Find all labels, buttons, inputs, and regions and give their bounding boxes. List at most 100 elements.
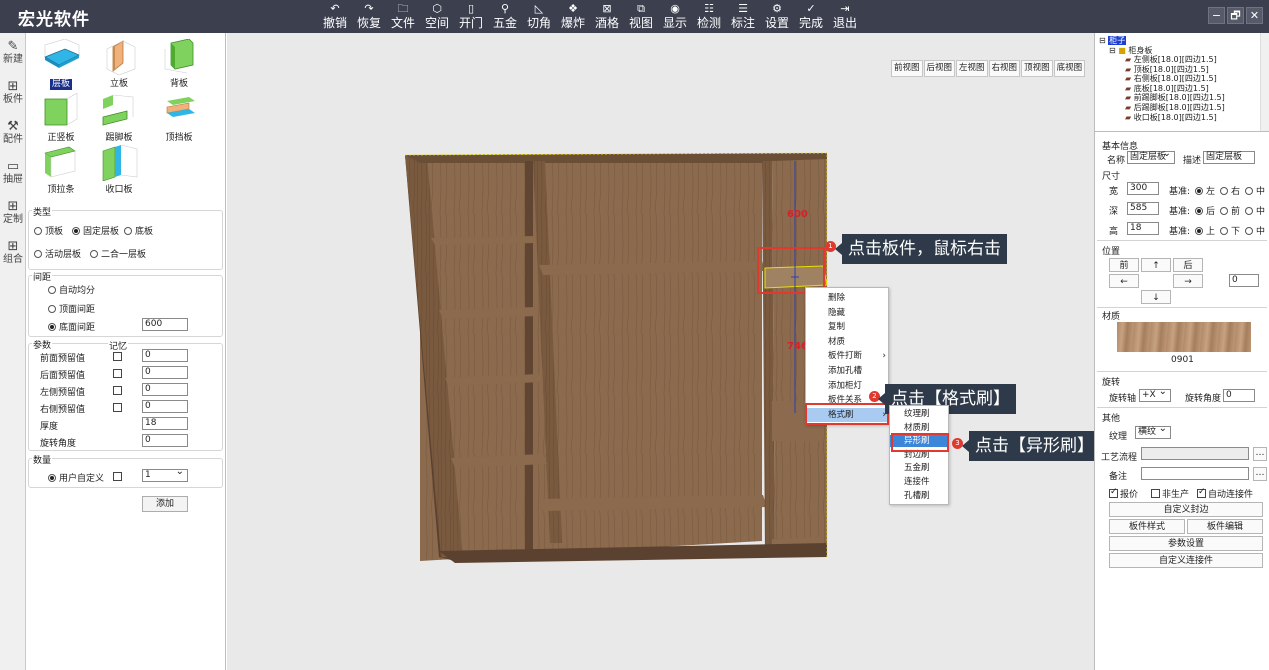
tree-item[interactable]: ▰ 后踢脚板[18.0][四边1.5] [1125,103,1225,112]
divider-left[interactable] [525,161,533,551]
pos-right-button[interactable]: → [1173,274,1203,288]
restore-button[interactable]: 🗗 [1227,7,1244,24]
param-memory-checkbox[interactable] [113,403,122,412]
param-memory-checkbox[interactable] [113,369,122,378]
tree-item[interactable]: ▰ 左侧板[18.0][四边1.5] [1125,55,1217,64]
toolbar-settings-button[interactable]: ⚙ 设置 [760,2,794,32]
tree-item[interactable]: ▰ 右侧板[18.0][四边1.5] [1125,74,1217,83]
toolbar-explode-button[interactable]: ❖ 爆炸 [556,2,590,32]
tile-top-strip[interactable]: 顶拉条 [38,145,84,196]
rail-accessory[interactable]: ⚒ 配件 [0,113,26,153]
quantity-select[interactable]: 1 [142,466,188,482]
toolbar-space-button[interactable]: ⬡ 空间 [420,2,454,32]
rail-drawer[interactable]: ▭ 抽屉 [0,153,26,193]
custom-edge-button[interactable]: 自定义封边 [1109,502,1263,517]
pos-down-button[interactable]: ↓ [1141,290,1171,304]
note-input[interactable] [1141,467,1249,480]
grain-select[interactable]: 横纹 [1135,423,1171,439]
param-value-input[interactable]: 0 [142,383,188,396]
rail-panel[interactable]: ⊞ 板件 [0,73,26,113]
base-option[interactable]: 后 [1195,204,1215,217]
submenu-item[interactable]: 连接件 [890,476,948,488]
option-checkbox[interactable]: 非生产 [1151,487,1189,500]
type-option-movable-shelf[interactable]: 活动层板 [34,247,81,260]
base-option[interactable]: 中 [1245,184,1265,197]
tile-vertical-board[interactable]: 立板 [96,39,142,90]
toolbar-finish-button[interactable]: ✓ 完成 [794,2,828,32]
type-option-bottom[interactable]: 底板 [124,224,153,237]
context-menu-item[interactable]: 材质 [806,335,890,349]
panel-edit-button[interactable]: 板件编辑 [1187,519,1263,534]
tree-body-node[interactable]: ⊟ ■ 柜身板 [1109,46,1152,55]
custom-connector-button[interactable]: 自定义连接件 [1109,553,1263,568]
tree-item[interactable]: ▰ 底板[18.0][四边1.5] [1125,84,1209,93]
quantity-checkbox[interactable] [113,472,122,481]
toolbar-display-button[interactable]: ◉ 显示 [658,2,692,32]
base-option[interactable]: 前 [1220,204,1240,217]
desc-input[interactable]: 固定层板 [1203,151,1255,164]
tile-front-vertical[interactable]: 正竖板 [38,92,84,144]
rail-new[interactable]: ✎ 新建 [0,33,26,73]
spacing-option-top[interactable]: 顶面间距 [48,302,95,315]
spacing-value-input[interactable]: 600 [142,318,188,331]
toolbar-hardware-button[interactable]: ⚲ 五金 [488,2,522,32]
option-checkbox[interactable]: 自动连接件 [1197,487,1253,500]
tile-shelf[interactable]: 层板 [38,38,84,90]
context-menu-item[interactable]: 添加柜灯 [806,379,890,393]
type-option-fixed-shelf[interactable]: 固定层板 [72,224,119,237]
context-menu-item[interactable]: 删除 [806,291,890,305]
tile-top-baffle[interactable]: 顶挡板 [156,93,202,144]
context-menu-item[interactable]: 添加孔槽 [806,364,890,378]
3d-viewport[interactable]: 前视图 后视图 左视图 右视图 顶视图 底视图 600 746 1 点击板件，鼠… [227,33,1094,670]
rail-custom[interactable]: ⊞ 定制 [0,193,26,233]
dim-value-input[interactable]: 18 [1127,222,1159,235]
material-swatch[interactable] [1117,322,1251,352]
name-select[interactable]: 固定层板 [1127,148,1175,164]
process-browse-button[interactable]: … [1253,447,1267,461]
pos-value-input[interactable]: 0 [1229,274,1259,287]
tile-kick-board[interactable]: 踢脚板 [96,93,142,144]
context-menu-item[interactable]: 板件打断 › [806,349,890,363]
type-option-top[interactable]: 顶板 [34,224,63,237]
dim-value-input[interactable]: 300 [1127,182,1159,195]
process-input[interactable] [1141,447,1249,460]
toolbar-door-button[interactable]: ▯ 开门 [454,2,488,32]
add-button[interactable]: 添加 [142,496,188,512]
pos-front-button[interactable]: 前 [1109,258,1139,272]
toolbar-undo-button[interactable]: ↶ 撤销 [318,2,352,32]
quantity-option-custom[interactable]: 用户自定义 [48,471,104,484]
toolbar-wine-rack-button[interactable]: ⊠ 酒格 [590,2,624,32]
tree-root[interactable]: ⊟ 柜子 [1099,36,1127,45]
pos-up-button[interactable]: ↑ [1141,258,1171,272]
tile-closing-board[interactable]: 收口板 [96,144,142,196]
minimize-button[interactable]: − [1208,7,1225,24]
rotate-axis-select[interactable]: +X [1139,386,1171,402]
submenu-item[interactable]: 纹理刷 [890,408,948,420]
base-option[interactable]: 右 [1220,184,1240,197]
param-memory-checkbox[interactable] [113,386,122,395]
param-memory-checkbox[interactable] [113,352,122,361]
option-checkbox[interactable]: 报价 [1109,487,1138,500]
base-option[interactable]: 中 [1245,204,1265,217]
submenu-item[interactable]: 材质刷 [890,422,948,434]
toolbar-detect-button[interactable]: ☷ 检测 [692,2,726,32]
toolbar-view-button[interactable]: ⧉ 视图 [624,2,658,32]
toolbar-chamfer-button[interactable]: ◺ 切角 [522,2,556,32]
base-option[interactable]: 左 [1195,184,1215,197]
tree-item[interactable]: ▰ 前踢脚板[18.0][四边1.5] [1125,93,1225,102]
wardrobe-model[interactable] [227,33,1094,670]
spacing-option-bottom[interactable]: 底面间距 [48,320,95,333]
pos-back-button[interactable]: 后 [1173,258,1203,272]
toolbar-exit-button[interactable]: ⇥ 退出 [828,2,862,32]
submenu-item[interactable]: 孔槽刷 [890,490,948,502]
tree-scrollbar[interactable] [1260,33,1269,131]
tile-back-board[interactable]: 背板 [156,38,202,90]
toolbar-annotate-button[interactable]: ☰ 标注 [726,2,760,32]
tree-item[interactable]: ▰ 顶板[18.0][四边1.5] [1125,65,1209,74]
param-value-input[interactable]: 0 [142,349,188,362]
toolbar-redo-button[interactable]: ↷ 恢复 [352,2,386,32]
pos-left-button[interactable]: ← [1109,274,1139,288]
base-option[interactable]: 下 [1220,224,1240,237]
toolbar-file-button[interactable]: 🗀 文件 [386,2,420,32]
context-menu-item[interactable]: 隐藏 [806,306,890,320]
